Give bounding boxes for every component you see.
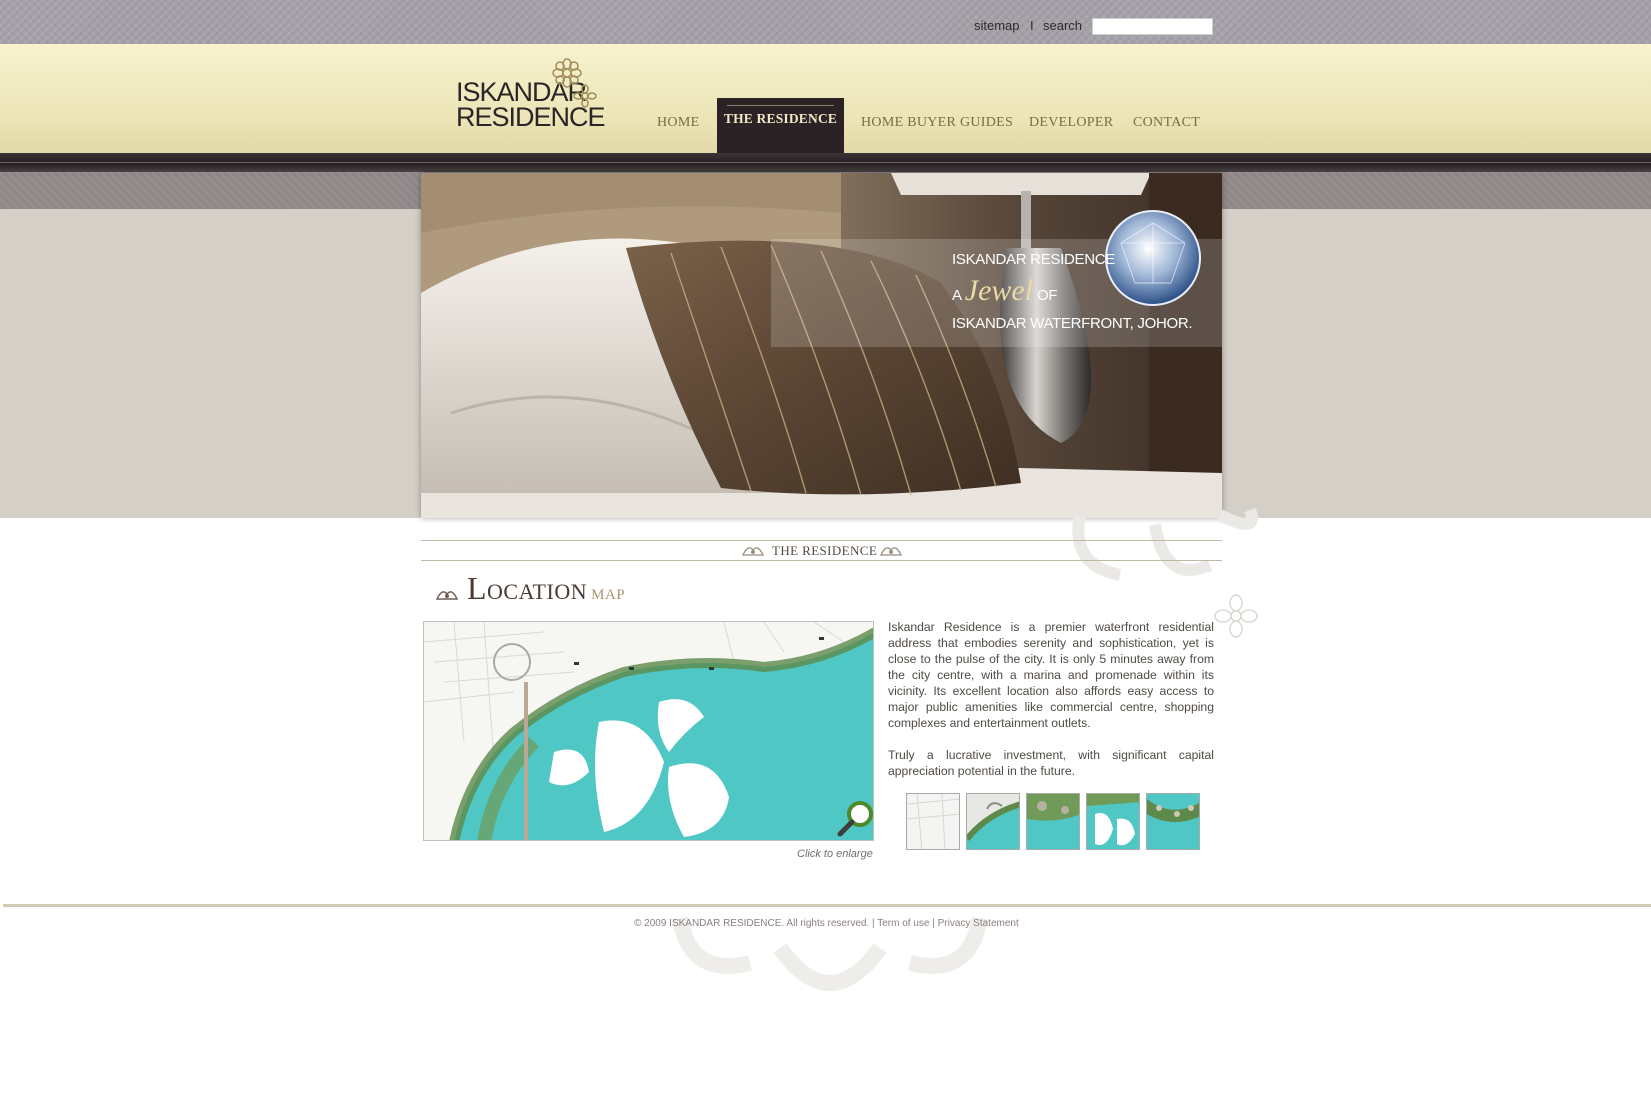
nav-the-residence[interactable]: THE RESIDENCE xyxy=(717,98,844,153)
page-heading: Location map xyxy=(467,570,625,607)
page: sitemap I search ISKANDAR RESIDENCE HOME… xyxy=(0,0,1651,1100)
map-thumbnail-5[interactable] xyxy=(1146,793,1200,850)
hero-bedroom-image xyxy=(421,173,1222,518)
nav-contact[interactable]: CONTACT xyxy=(1133,115,1200,131)
map-thumbnail-4[interactable] xyxy=(1086,793,1140,850)
page-heading-main: Location xyxy=(467,570,588,606)
description-paragraph-1: Iskandar Residence is a premier waterfro… xyxy=(888,620,1214,730)
hero-line-2-prefix: A xyxy=(952,287,961,304)
section-rule-top xyxy=(421,540,1222,541)
nav-developer[interactable]: DEVELOPER xyxy=(1029,115,1113,131)
footer-rule xyxy=(3,904,1651,907)
map-thumbnail-1[interactable] xyxy=(906,793,960,850)
sitemap-link[interactable]: sitemap xyxy=(974,18,1020,33)
page-heading-accent: map xyxy=(591,579,626,604)
map-enlarge-caption[interactable]: Click to enlarge xyxy=(797,848,873,860)
footer-text: © 2009 ISKANDAR RESIDENCE. All rights re… xyxy=(634,918,1019,929)
utility-separator: I xyxy=(1030,18,1034,33)
search-label: search xyxy=(1043,18,1083,33)
search-input[interactable] xyxy=(1092,18,1213,35)
ornament-icon xyxy=(880,547,902,556)
description-paragraph-2: Truly a lucrative investment, with signi… xyxy=(888,748,1214,778)
utility-bar xyxy=(0,0,1651,44)
ornament-icon xyxy=(742,547,764,556)
section-title: THE RESIDENCE xyxy=(772,543,878,558)
heading-ornament-icon xyxy=(436,591,458,600)
hero-line-1: ISKANDAR RESIDENCE xyxy=(952,251,1115,268)
location-map-image[interactable] xyxy=(423,621,874,841)
hero-jewel-word: Jewel xyxy=(964,274,1034,307)
hero-banner xyxy=(421,173,1222,518)
nav-home[interactable]: HOME xyxy=(657,115,699,131)
magnifier-icon[interactable] xyxy=(836,800,874,838)
map-thumbnail-3[interactable] xyxy=(1026,793,1080,850)
hero-line-2: A Jewel OF xyxy=(952,274,1057,308)
small-flower-icon xyxy=(1214,594,1258,638)
header-divider-bar xyxy=(0,153,1651,172)
map-thumbnail-2[interactable] xyxy=(966,793,1020,850)
hero-line-2-suffix: OF xyxy=(1036,287,1058,304)
nav-home-buyer-guides[interactable]: HOME BUYER GUIDES xyxy=(861,115,1013,131)
hero-line-3: ISKANDAR WATERFRONT, JOHOR. xyxy=(952,315,1193,332)
flower-logo-icon xyxy=(552,58,597,108)
section-rule-bottom xyxy=(421,560,1222,561)
